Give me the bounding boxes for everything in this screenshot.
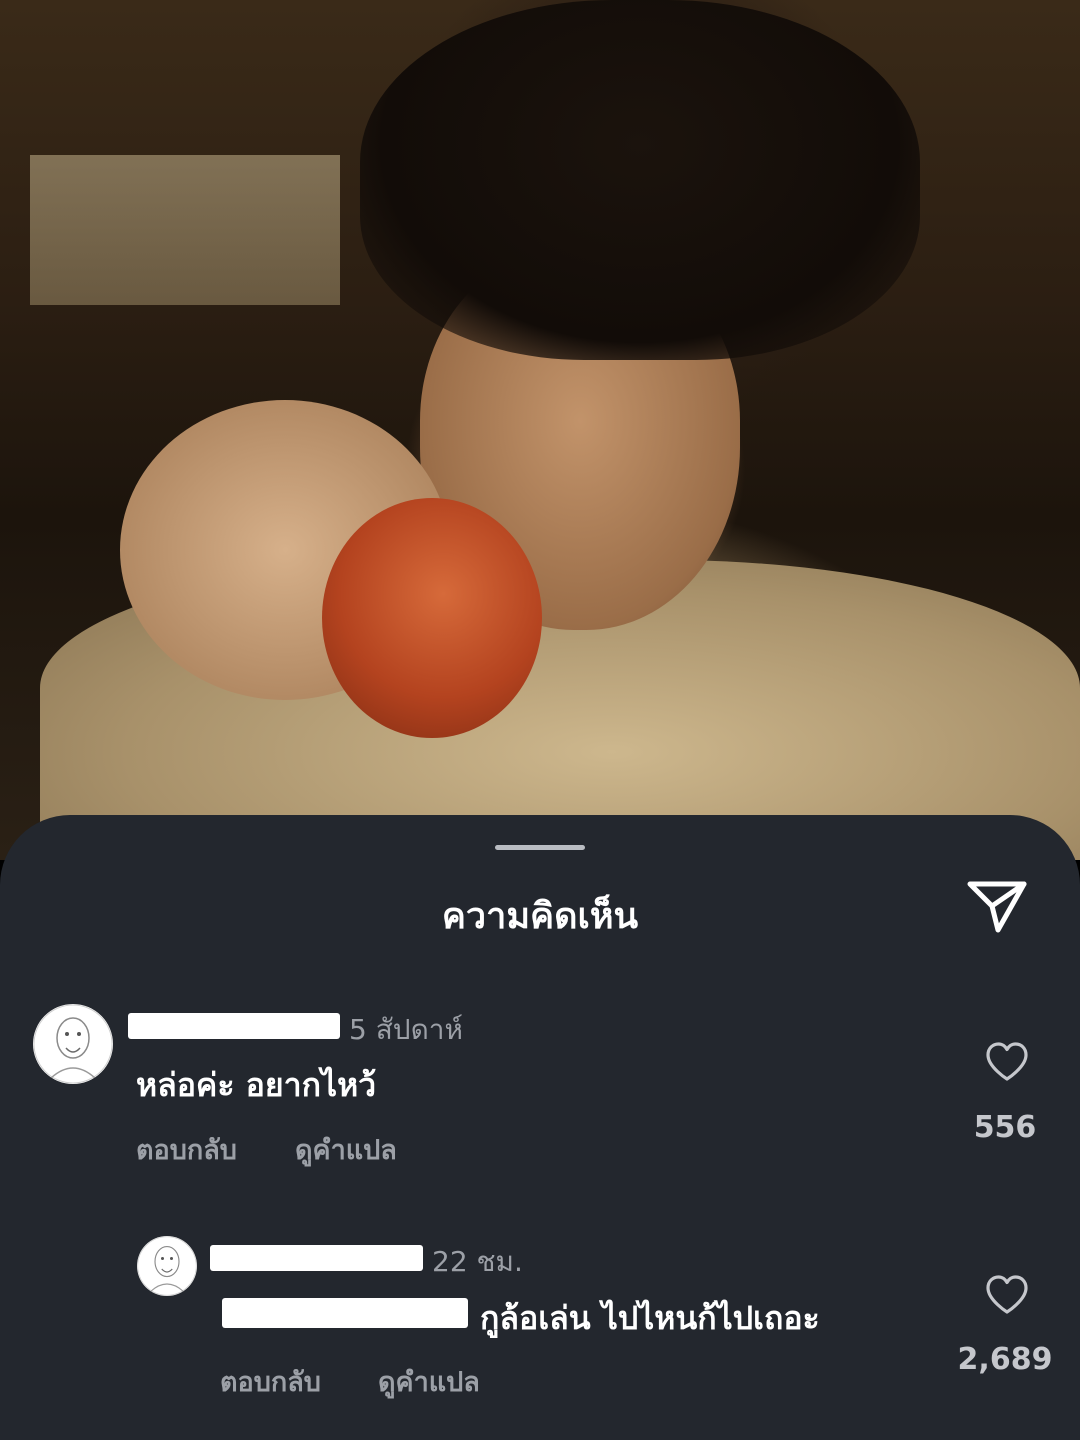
reply-button[interactable]: ตอบกลับ <box>136 1128 237 1171</box>
heart-icon[interactable] <box>985 1274 1029 1316</box>
comment-text: กูล้อเล่น ไปไหนก้ไปเถอะ <box>480 1299 820 1337</box>
comment-time: 22 ชม. <box>432 1245 523 1278</box>
like-count: 556 <box>973 1110 1037 1145</box>
sheet-title: ความคิดเห็น <box>441 896 639 937</box>
photo-background-window <box>30 155 340 305</box>
photo-tomato <box>322 498 542 738</box>
avatar[interactable] <box>137 1236 197 1296</box>
reply-button[interactable]: ตอบกลับ <box>220 1360 321 1403</box>
avatar-sketch-icon <box>33 1004 113 1084</box>
username-redacted[interactable] <box>128 1013 340 1039</box>
mention-redacted[interactable] <box>222 1298 468 1328</box>
photo-hair <box>360 0 920 360</box>
post-photo <box>0 0 1080 860</box>
share-icon[interactable] <box>964 876 1030 936</box>
comment-time: 5 สัปดาห์ <box>349 1013 463 1046</box>
comment-text: หล่อค่ะ อยากไหว้ <box>136 1066 377 1104</box>
sheet-drag-handle[interactable] <box>495 845 585 850</box>
avatar[interactable] <box>33 1004 113 1084</box>
see-translation-button[interactable]: ดูคำแปล <box>295 1128 397 1171</box>
see-translation-button[interactable]: ดูคำแปล <box>378 1360 480 1403</box>
avatar-sketch-icon <box>137 1236 197 1296</box>
heart-icon[interactable] <box>985 1041 1029 1083</box>
username-redacted[interactable] <box>210 1245 423 1271</box>
like-count: 2,689 <box>957 1342 1053 1377</box>
